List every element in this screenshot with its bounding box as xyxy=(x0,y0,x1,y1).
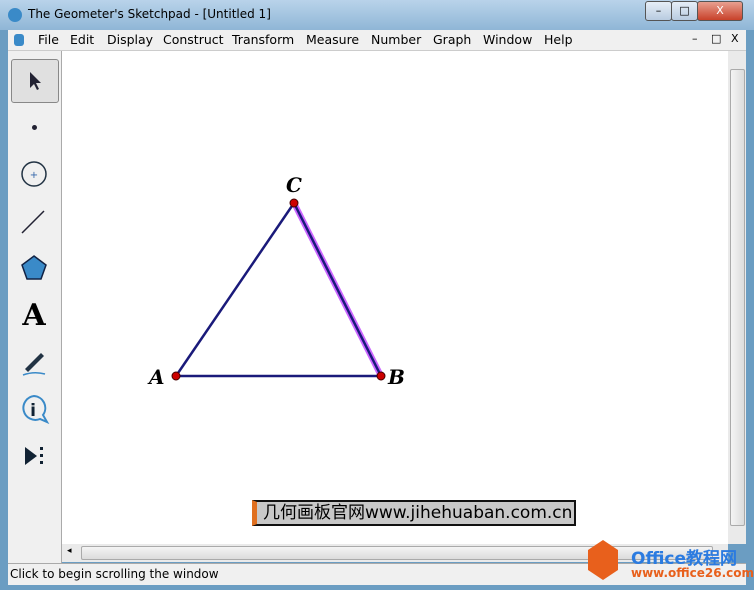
doc-minimize-button[interactable]: – xyxy=(692,32,698,45)
menu-number[interactable]: Number xyxy=(371,32,421,47)
polygon-tool[interactable] xyxy=(11,247,57,289)
label-c[interactable]: C xyxy=(286,173,302,197)
segment-ac[interactable] xyxy=(174,202,296,377)
menu-construct[interactable]: Construct xyxy=(163,32,224,47)
horizontal-scrollbar[interactable]: ◂ xyxy=(62,544,728,562)
marker-icon xyxy=(22,353,46,376)
menu-measure[interactable]: Measure xyxy=(306,32,359,47)
scroll-left-arrow-icon[interactable]: ◂ xyxy=(67,546,72,556)
straightedge-tool[interactable] xyxy=(11,200,57,242)
arrow-tool[interactable] xyxy=(11,59,59,103)
play-more-icon xyxy=(25,447,43,465)
custom-tool[interactable] xyxy=(11,435,57,477)
label-b[interactable]: B xyxy=(388,365,405,389)
point-tool[interactable] xyxy=(11,106,57,148)
line-icon xyxy=(21,210,45,234)
vertical-scrollbar[interactable] xyxy=(728,51,746,544)
information-tool[interactable]: i xyxy=(11,388,57,430)
app-icon xyxy=(8,8,22,22)
menu-transform[interactable]: Transform xyxy=(232,32,294,47)
minimize-button[interactable]: – xyxy=(645,1,672,21)
doc-restore-button[interactable]: □ xyxy=(711,32,721,45)
sketch-canvas[interactable]: A B C 几何画板官网www.jihehuaban.com.cn xyxy=(62,51,728,544)
point-c[interactable] xyxy=(289,198,299,208)
menu-bar: File Edit Display Construct Transform Me… xyxy=(8,30,746,51)
svg-text:i: i xyxy=(30,401,36,421)
text-tool[interactable]: A xyxy=(11,294,57,336)
point-a[interactable] xyxy=(171,371,181,381)
marker-tool[interactable] xyxy=(11,341,57,383)
svg-text:+: + xyxy=(30,170,38,181)
menu-edit[interactable]: Edit xyxy=(70,32,94,47)
title-bar: The Geometer's Sketchpad - [Untitled 1] … xyxy=(0,0,754,30)
menu-window[interactable]: Window xyxy=(483,32,532,47)
circle-icon: + xyxy=(21,161,47,187)
menu-help[interactable]: Help xyxy=(544,32,573,47)
menu-display[interactable]: Display xyxy=(107,32,153,47)
close-button[interactable]: X xyxy=(697,1,743,21)
info-icon: i xyxy=(22,394,50,424)
segment-cb[interactable] xyxy=(292,202,383,377)
caption-text[interactable]: 几何画板官网www.jihehuaban.com.cn xyxy=(252,500,577,526)
window-title: The Geometer's Sketchpad - [Untitled 1] xyxy=(28,7,271,21)
status-text: Click to begin scrolling the window xyxy=(10,567,219,581)
menu-file[interactable]: File xyxy=(38,32,59,47)
watermark-url: www.office26.com xyxy=(631,566,754,580)
point-b[interactable] xyxy=(376,371,386,381)
doc-close-button[interactable]: X xyxy=(731,32,739,45)
point-icon xyxy=(31,124,37,130)
label-a[interactable]: A xyxy=(149,365,165,389)
horizontal-scroll-thumb[interactable] xyxy=(81,546,713,560)
menu-graph[interactable]: Graph xyxy=(433,32,471,47)
arrow-icon xyxy=(30,72,41,90)
vertical-scroll-thumb[interactable] xyxy=(730,69,745,526)
maximize-button[interactable]: □ xyxy=(671,1,698,21)
pentagon-icon xyxy=(21,255,47,280)
compass-tool[interactable]: + xyxy=(11,153,57,195)
toolbox: + A i xyxy=(8,51,62,564)
triangle-figure xyxy=(171,198,386,381)
document-icon xyxy=(14,34,24,46)
